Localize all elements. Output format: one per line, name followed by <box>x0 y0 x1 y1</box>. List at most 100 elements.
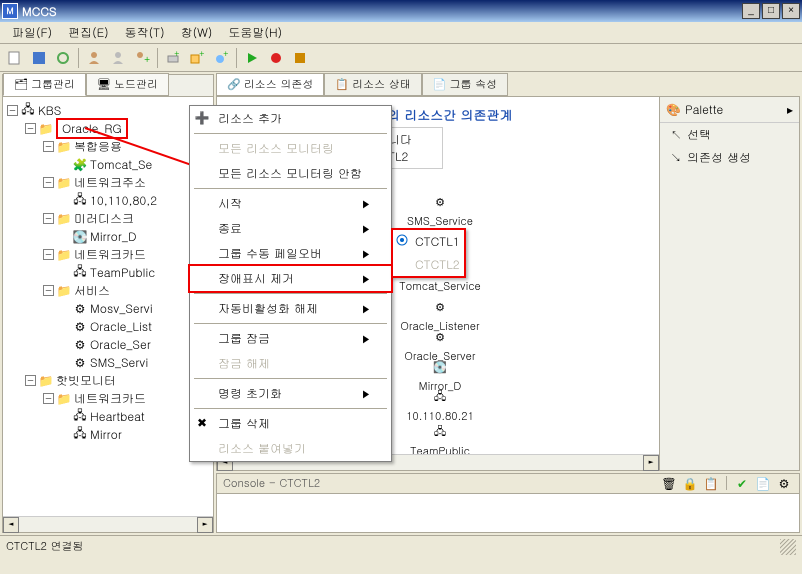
tab-group-attribute[interactable]: 📄그룹 속성 <box>422 73 508 96</box>
tab-resource-status[interactable]: 📋리소스 상태 <box>324 73 421 96</box>
tree-toggle[interactable]: − <box>43 141 54 152</box>
tree-oracle-serv[interactable]: Oracle_Ser <box>90 336 151 353</box>
palette-dependency[interactable]: ↘의존성 생성 <box>660 146 799 169</box>
ctx-label: 모든 리소스 모니터링 <box>218 140 334 157</box>
console-lock-icon[interactable]: 🔒 <box>681 476 699 492</box>
menu-file[interactable]: 파일(F) <box>4 22 60 43</box>
tab-resource-dependency[interactable]: 🔗리소스 의존성 <box>216 73 324 96</box>
tree-oracle-rg[interactable]: Oracle_RG <box>56 118 128 139</box>
tree-toggle[interactable]: − <box>43 393 54 404</box>
toolbar-user-add-icon[interactable]: + <box>131 47 153 69</box>
ctx-start[interactable]: 시작▶ <box>190 191 391 216</box>
tree-toggle[interactable]: − <box>25 375 36 386</box>
menu-action[interactable]: 동작(T) <box>117 22 173 43</box>
toolbar-add-group-icon[interactable]: + <box>186 47 208 69</box>
tree-mirror-disk[interactable]: 미러디스크 <box>74 210 134 227</box>
tree-toggle[interactable]: − <box>43 213 54 224</box>
disk-icon: 💽 <box>73 229 87 243</box>
ctx-paste-resource[interactable]: 리소스 붙여넣기 <box>190 436 391 461</box>
tree-network-card[interactable]: 네트워크카드 <box>74 246 146 263</box>
tree-nw-card2[interactable]: 네트워크카드 <box>74 390 146 407</box>
console-clear-icon[interactable]: 🗑 <box>660 476 678 492</box>
toolbar-new-icon[interactable] <box>4 47 26 69</box>
menu-window[interactable]: 창(W) <box>173 22 221 43</box>
tree-toggle[interactable]: − <box>43 285 54 296</box>
scroll-right-button[interactable]: ► <box>643 455 659 471</box>
ctx-unlock[interactable]: 잠금 해제 <box>190 351 391 376</box>
console-ok-icon[interactable]: ✔ <box>733 476 751 492</box>
tab-node-management[interactable]: 🖥 노드관리 <box>86 73 169 96</box>
ctx-clear-fault[interactable]: 장애표시 제거▶ <box>188 264 393 293</box>
submenu-ctctl2[interactable]: CTCTL2 <box>393 253 464 276</box>
tree-heartbeat[interactable]: Heartbeat <box>90 408 145 425</box>
tree-toggle[interactable]: − <box>7 105 18 116</box>
tree-oracle-list[interactable]: Oracle_List <box>90 318 152 335</box>
tab-dependency-label: 리소스 의존성 <box>244 77 314 92</box>
tree-view[interactable]: −🖧KBS −📁Oracle_RG −📁복합응용 🧩Tomcat_Se −📁네트… <box>3 97 213 516</box>
ctx-monitor-none[interactable]: 모든 리소스 모니터링 안함 <box>190 161 391 186</box>
diagram-node-sms[interactable]: ⚙SMS_Service <box>390 192 490 229</box>
palette-dep-label: 의존성 생성 <box>687 149 751 166</box>
dependency-tab-icon: 🔗 <box>227 77 241 92</box>
service-icon: ⚙ <box>428 297 452 317</box>
tree-mirror-d[interactable]: Mirror_D <box>90 228 137 245</box>
console-log-icon[interactable]: 📄 <box>754 476 772 492</box>
ctx-manual-failover[interactable]: 그룹 수동 페일오버▶ <box>190 241 391 266</box>
palette-select[interactable]: ↖선택 <box>660 123 799 146</box>
submenu-ctctl1[interactable]: CTCTL1 <box>393 230 464 253</box>
tree-composite-app[interactable]: 복합응용 <box>74 138 122 155</box>
minimize-button[interactable]: _ <box>742 3 760 19</box>
ctx-add-resource[interactable]: ➕리소스 추가 <box>190 106 391 131</box>
toolbar-play-icon[interactable] <box>241 47 263 69</box>
diagram-node-ip[interactable]: 🖧10.110.80.21 <box>390 387 490 424</box>
tab-group-management[interactable]: 🗂 그룹관리 <box>3 73 86 96</box>
tree-toggle[interactable]: − <box>43 249 54 260</box>
folder-icon: 📁 <box>39 373 53 387</box>
submenu-arrow-icon: ▶ <box>361 247 371 261</box>
console-settings-icon[interactable]: ⚙ <box>775 476 793 492</box>
menu-help[interactable]: 도움말(H) <box>220 22 290 43</box>
tree-toggle[interactable]: − <box>25 123 36 134</box>
toolbar-refresh-icon[interactable] <box>52 47 74 69</box>
ctx-stop[interactable]: 종료▶ <box>190 216 391 241</box>
folder-icon: 📁 <box>57 211 71 225</box>
tree-ip[interactable]: 10,110,80,2 <box>90 192 157 209</box>
toolbar-stop-icon[interactable] <box>289 47 311 69</box>
ctx-monitor-all[interactable]: 모든 리소스 모니터링 <box>190 136 391 161</box>
close-button[interactable]: × <box>782 3 800 19</box>
tree-tomcat[interactable]: Tomcat_Se <box>90 156 152 173</box>
scroll-right-button[interactable]: ► <box>197 517 213 533</box>
ctx-auto-disable-off[interactable]: 자동비활성화 해제▶ <box>190 296 391 321</box>
maximize-button[interactable]: □ <box>762 3 780 19</box>
tree-root[interactable]: KBS <box>38 102 61 119</box>
left-hscroll[interactable]: ◄ ► <box>3 516 213 532</box>
toolbar-user-disabled-icon[interactable] <box>107 47 129 69</box>
palette-panel: 🎨Palette▸ ↖선택 ↘의존성 생성 <box>659 97 799 470</box>
tree-teampublic[interactable]: TeamPublic <box>90 264 155 281</box>
toolbar-save-icon[interactable] <box>28 47 50 69</box>
toolbar-add-server-icon[interactable]: + <box>162 47 184 69</box>
toolbar-add-resource-icon[interactable]: + <box>210 47 232 69</box>
menu-edit[interactable]: 편집(E) <box>60 22 117 43</box>
tree-toggle[interactable]: − <box>43 177 54 188</box>
scroll-track[interactable] <box>19 517 197 532</box>
scroll-left-button[interactable]: ◄ <box>3 517 19 533</box>
chevron-right-icon[interactable]: ▸ <box>787 101 793 118</box>
ctx-init-cmd[interactable]: 명령 초기화▶ <box>190 381 391 406</box>
toolbar-record-icon[interactable] <box>265 47 287 69</box>
console-body[interactable] <box>217 494 799 532</box>
tree-sms-serv[interactable]: SMS_Servi <box>90 354 148 371</box>
ctx-group-lock[interactable]: 그룹 잠금▶ <box>190 326 391 351</box>
tree-service[interactable]: 서비스 <box>74 282 110 299</box>
ctx-delete-group[interactable]: ✖그룹 삭제 <box>190 411 391 436</box>
node-tab-icon: 🖥 <box>97 77 111 92</box>
tree-network-addr[interactable]: 네트워크주소 <box>74 174 146 191</box>
tree-mosv[interactable]: Mosv_Servi <box>90 300 153 317</box>
resize-grip-icon[interactable] <box>780 539 796 555</box>
tree-mirror[interactable]: Mirror <box>90 426 122 443</box>
console-copy-icon[interactable]: 📋 <box>702 476 720 492</box>
toolbar-user-icon[interactable] <box>83 47 105 69</box>
tree-hotbit[interactable]: 핫빗모니터 <box>56 372 116 389</box>
nic-icon: 🖧 <box>73 409 87 423</box>
ctx-label: 모든 리소스 모니터링 안함 <box>218 165 362 182</box>
